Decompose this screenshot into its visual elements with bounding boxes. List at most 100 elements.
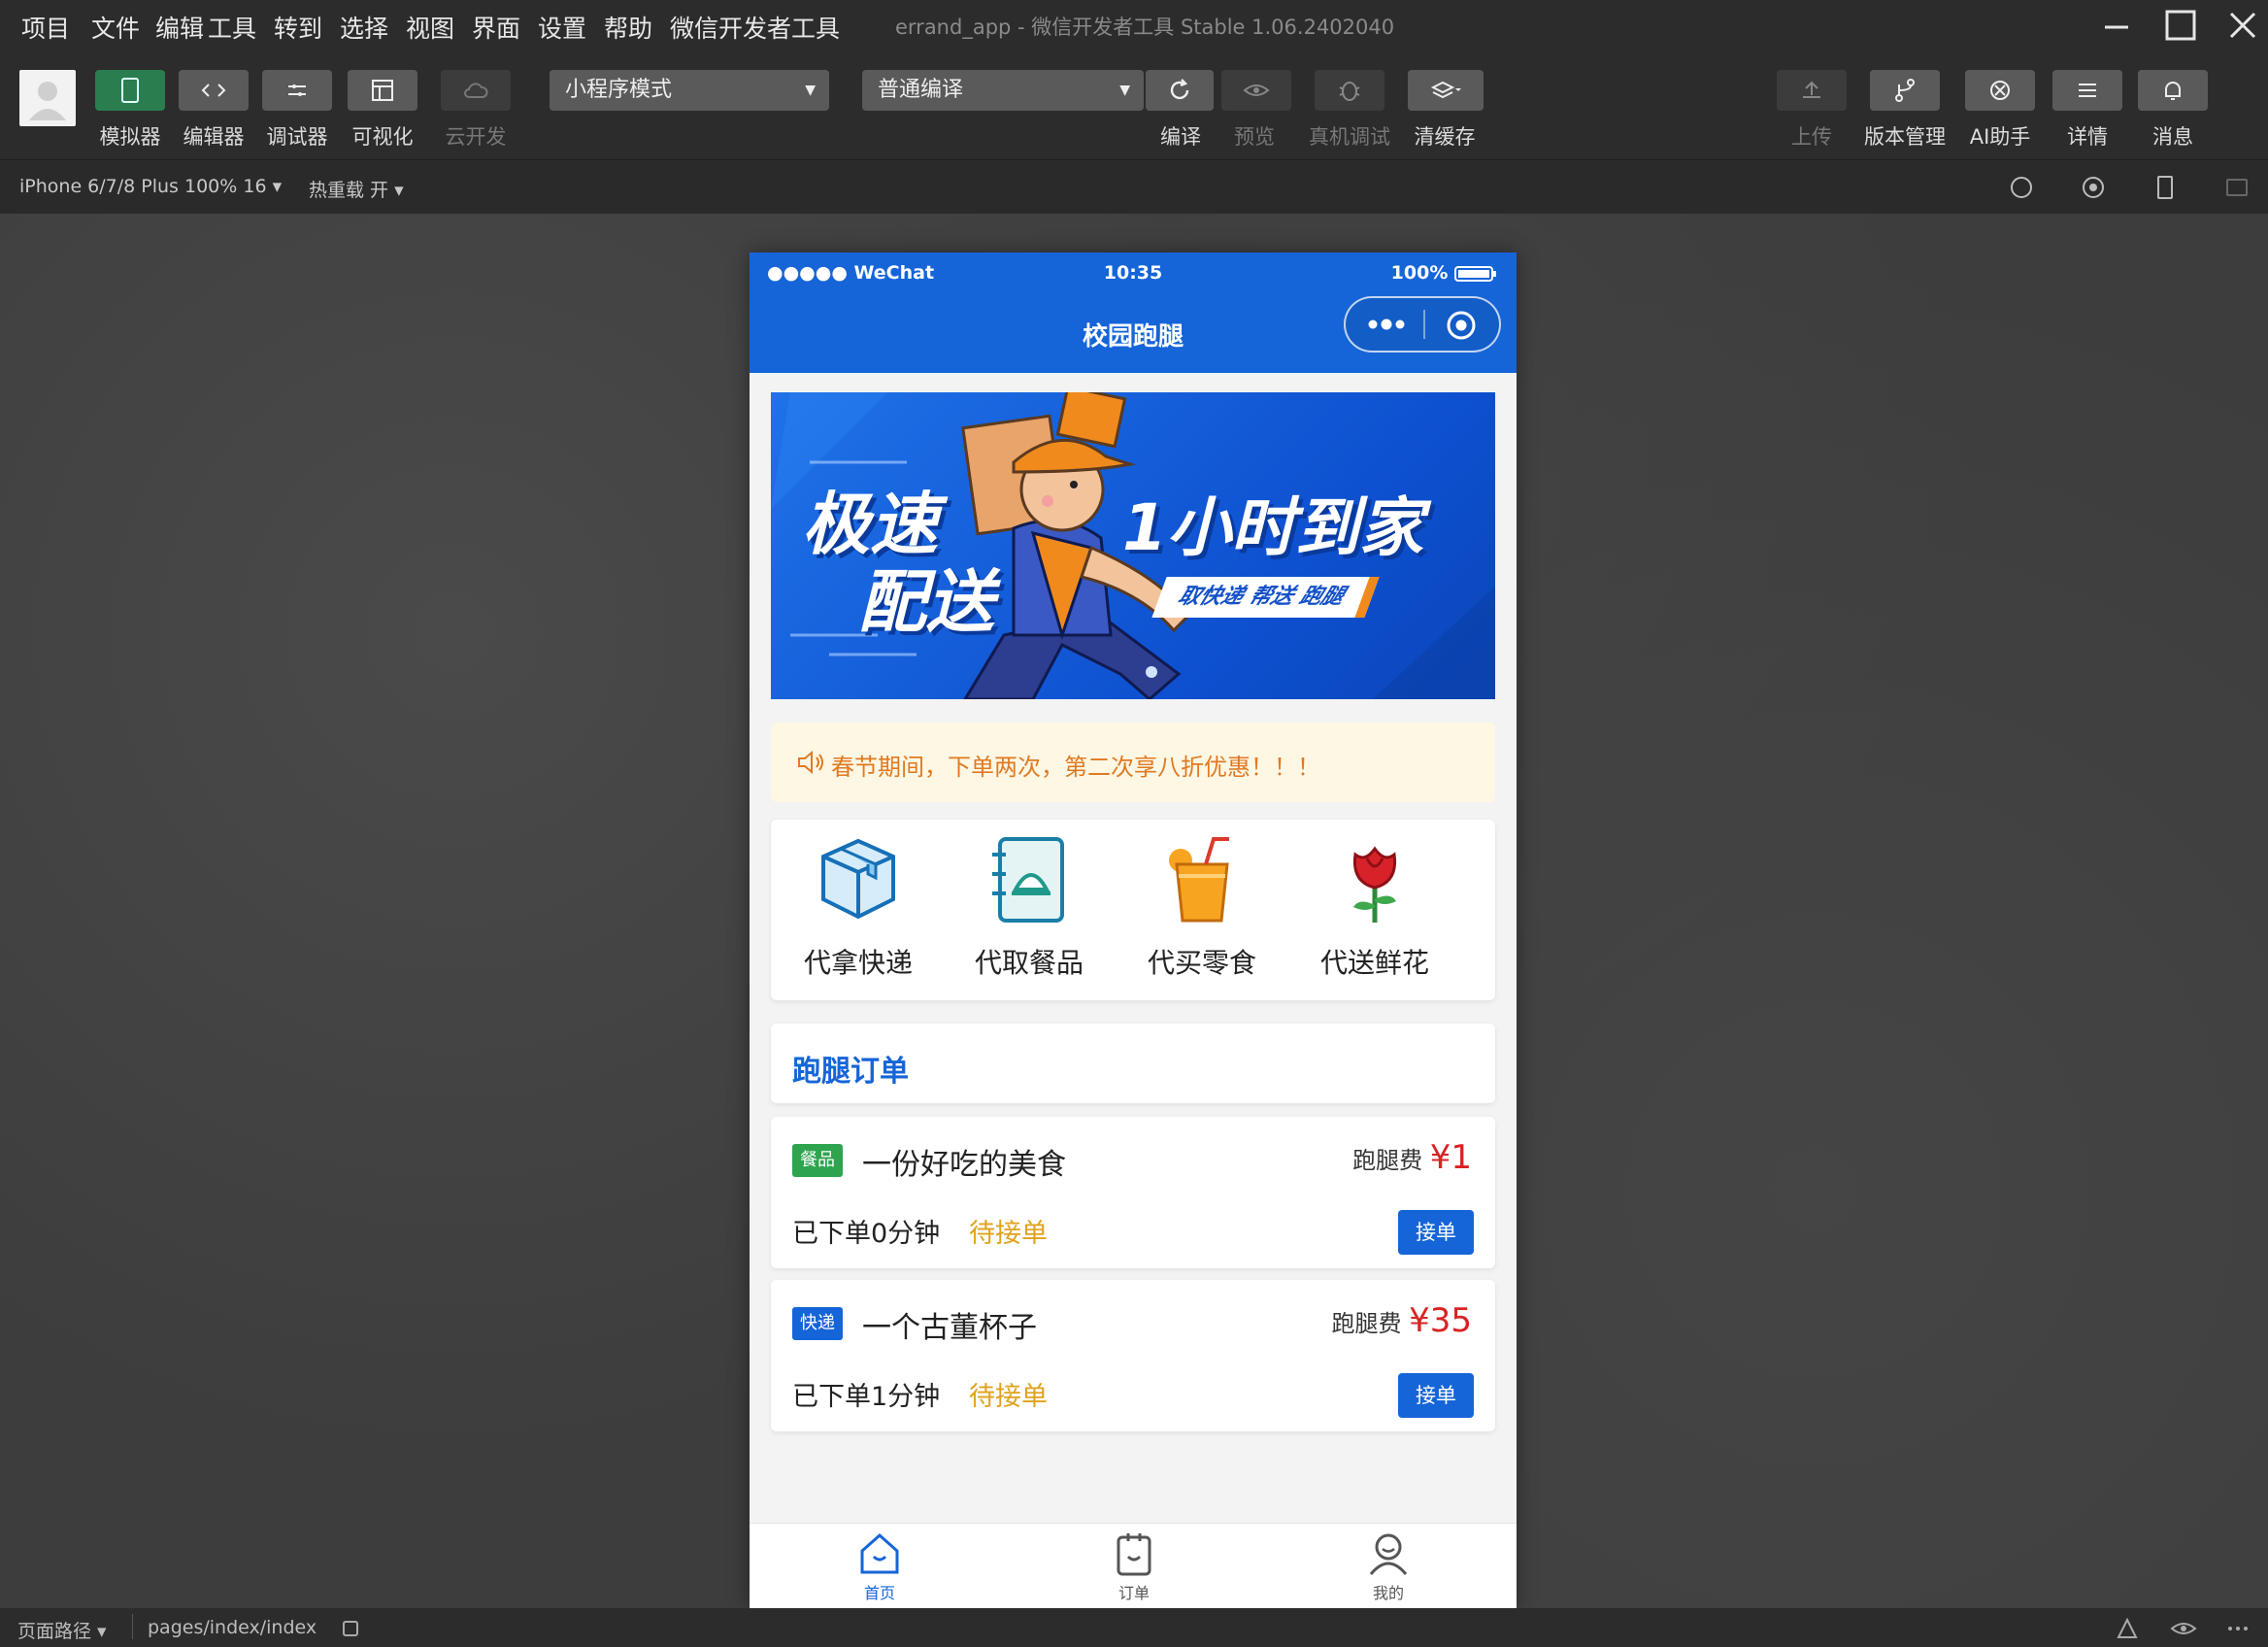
user-icon: [29, 82, 66, 120]
more-horizontal-icon[interactable]: [2223, 1616, 2252, 1641]
order-fee: 跑腿费 ¥35: [1331, 1301, 1472, 1340]
page-path-select[interactable]: 页面路径 ▾: [17, 1617, 107, 1643]
layout-icon: [372, 80, 393, 101]
record-icon[interactable]: [2080, 174, 2107, 201]
cloud-button[interactable]: [441, 70, 511, 111]
service-snacks[interactable]: 代买零食: [1117, 835, 1287, 991]
order-card[interactable]: 快递 一个古董杯子 跑腿费 ¥35 已下单1分钟 待接单 接单: [771, 1280, 1495, 1431]
menu-icon: [2079, 84, 2096, 97]
menu-goto[interactable]: 转到: [274, 10, 322, 45]
simulator-button[interactable]: [95, 70, 165, 111]
close-mini-program-icon[interactable]: [1445, 309, 1478, 342]
debugger-button[interactable]: [262, 70, 332, 111]
rose-icon: [1352, 846, 1397, 923]
version-label: 版本管理: [1864, 125, 1946, 149]
minimize-icon[interactable]: [2097, 6, 2136, 45]
tab-home[interactable]: 首页: [821, 1529, 938, 1607]
fee-currency: ¥: [1429, 1138, 1451, 1177]
toolbar: 模拟器 编辑器 调试器 可视化 云开发 小程序模式 ▼ 普通编译 ▼ 编译 预览…: [0, 50, 2268, 159]
food-tray-icon: [992, 837, 1064, 923]
tab-profile[interactable]: 我的: [1330, 1529, 1447, 1607]
version-button[interactable]: [1870, 70, 1940, 111]
banner-tag: 取快递 帮送 跑腿: [1151, 577, 1380, 618]
status-bar: 页面路径 ▾ pages/index/index: [0, 1608, 2268, 1647]
mini-program-capsule: [1344, 296, 1501, 353]
clear-cache-label: 清缓存: [1414, 125, 1476, 149]
speaker-icon: [798, 750, 823, 775]
promo-banner[interactable]: 极速 配送 1小时到家 取快递 帮送 跑腿: [771, 392, 1495, 699]
service-express[interactable]: 代拿快递: [773, 835, 944, 991]
details-button[interactable]: [2052, 70, 2122, 111]
ai-assistant-label: AI助手: [1969, 125, 2031, 149]
order-clipboard-icon: [1117, 1533, 1151, 1576]
cloud-icon: [464, 83, 488, 98]
close-icon[interactable]: [2223, 6, 2262, 45]
mode-select-value: 小程序模式: [565, 78, 673, 102]
chevron-down-icon: ▼: [1119, 83, 1130, 98]
maximize-icon[interactable]: [2161, 6, 2200, 45]
notice-bar[interactable]: 春节期间，下单两次，第二次享八折优惠！！！: [771, 723, 1495, 802]
mode-select[interactable]: 小程序模式 ▼: [550, 70, 829, 111]
hot-reload-select[interactable]: 热重载 开 ▾: [309, 176, 404, 202]
compile-button[interactable]: [1146, 70, 1214, 111]
menu-interface[interactable]: 界面: [472, 10, 520, 45]
battery-icon: [1454, 265, 1496, 282]
audio-icon[interactable]: [2008, 174, 2035, 201]
upload-button[interactable]: [1777, 70, 1847, 111]
tab-label: 我的: [1372, 1584, 1404, 1602]
compile-label: 编译: [1160, 125, 1201, 149]
service-food[interactable]: 代取餐品: [944, 835, 1115, 991]
copy-icon[interactable]: [340, 1618, 361, 1639]
fee-currency: ¥: [1409, 1301, 1430, 1340]
menu-help[interactable]: 帮助: [604, 10, 652, 45]
eye-icon: [1243, 84, 1270, 96]
detach-window-icon[interactable]: [2223, 174, 2251, 201]
battery-percent: 100%: [1390, 262, 1449, 284]
more-icon[interactable]: [1359, 312, 1418, 337]
preview-button[interactable]: [1221, 70, 1291, 111]
juice-cup-icon: [1169, 837, 1229, 923]
order-card[interactable]: 餐品 一份好吃的美食 跑腿费 ¥1 已下单0分钟 待接单 接单: [771, 1117, 1495, 1268]
order-fee: 跑腿费 ¥1: [1352, 1138, 1472, 1177]
order-status: 待接单: [969, 1219, 1048, 1249]
remote-debug-button[interactable]: [1315, 70, 1384, 111]
simulator-label: 模拟器: [99, 125, 161, 149]
capsule-divider: [1423, 310, 1425, 339]
order-elapsed-time: 已下单1分钟: [792, 1382, 941, 1412]
ai-assistant-button[interactable]: [1965, 70, 2035, 111]
clear-cache-button[interactable]: [1408, 70, 1484, 111]
eye-icon[interactable]: [2169, 1616, 2198, 1641]
accept-order-button[interactable]: 接单: [1398, 1373, 1474, 1418]
fee-amount: 1: [1451, 1138, 1472, 1177]
tab-label: 订单: [1117, 1584, 1150, 1602]
rotate-device-icon[interactable]: [2151, 174, 2179, 201]
home-icon: [860, 1532, 899, 1574]
accept-order-button[interactable]: 接单: [1398, 1210, 1474, 1255]
debug-icon: [288, 84, 306, 96]
menu-bar: 项目 文件 编辑 工具 转到 选择 视图 界面 设置 帮助 微信开发者工具 er…: [0, 0, 2268, 50]
bug-report-icon[interactable]: [2115, 1616, 2140, 1641]
tab-orders[interactable]: 订单: [1076, 1529, 1192, 1607]
menu-edit[interactable]: 编辑: [155, 10, 204, 45]
editor-button[interactable]: [179, 70, 249, 111]
menu-project[interactable]: 项目: [21, 10, 70, 45]
menu-view[interactable]: 视图: [406, 10, 454, 45]
menu-file[interactable]: 文件: [91, 10, 140, 45]
menu-settings[interactable]: 设置: [538, 10, 586, 45]
compile-select[interactable]: 普通编译 ▼: [862, 70, 1144, 111]
fee-label: 跑腿费: [1331, 1310, 1402, 1337]
banner-headline: 1小时到家: [1122, 490, 1423, 565]
menu-wechat-devtools[interactable]: 微信开发者工具: [670, 10, 840, 45]
page-path-select-value: 页面路径: [17, 1621, 92, 1642]
menu-select[interactable]: 选择: [340, 10, 388, 45]
details-label: 详情: [2067, 125, 2108, 149]
service-flowers[interactable]: 代送鲜花: [1289, 835, 1460, 991]
visual-button[interactable]: [348, 70, 417, 111]
device-select[interactable]: iPhone 6/7/8 Plus 100% 16 ▾: [19, 176, 282, 197]
chevron-down-icon: ▼: [805, 83, 816, 98]
code-icon: [201, 84, 226, 97]
messages-button[interactable]: [2138, 70, 2208, 111]
menu-tools[interactable]: 工具: [208, 10, 256, 45]
refresh-icon: [1170, 79, 1189, 100]
user-avatar[interactable]: [19, 70, 76, 126]
